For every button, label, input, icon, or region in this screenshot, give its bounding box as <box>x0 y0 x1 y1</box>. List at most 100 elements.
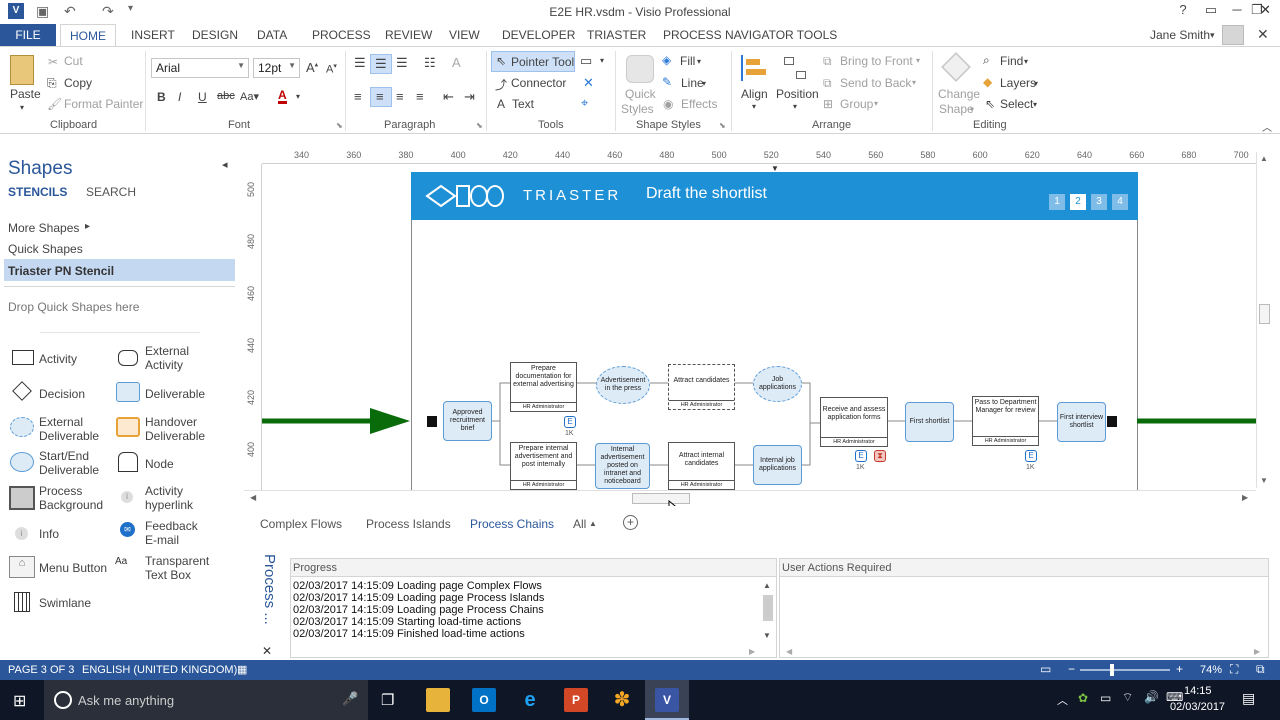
tab-view[interactable]: VIEW <box>449 28 480 42</box>
log-scrollbar[interactable]: ▲ ▼ <box>760 579 776 643</box>
tab-insert[interactable]: INSERT <box>131 28 175 42</box>
notification-icon[interactable]: ▤ <box>1242 690 1255 707</box>
tab-file[interactable]: FILE <box>0 24 56 46</box>
collapse-ribbon-icon[interactable]: ︿ <box>1262 119 1272 134</box>
home-icon[interactable]: ⌂ <box>9 556 35 578</box>
align-icon[interactable] <box>741 55 767 81</box>
attract-candidates-activity[interactable]: Attract candidates HR Administrator <box>668 364 735 410</box>
stencil-node[interactable]: Node <box>145 457 174 471</box>
copy-button[interactable]: Copy <box>64 76 92 90</box>
strikethrough-icon[interactable]: abc <box>217 90 235 102</box>
stencil-process-background[interactable]: Process Background <box>39 484 103 512</box>
pass-to-manager-activity[interactable]: Pass to Department Manager for review HR … <box>972 396 1039 446</box>
chevron-right-icon[interactable]: ▸ <box>85 220 90 234</box>
info-icon[interactable]: i <box>121 491 133 503</box>
tab-data[interactable]: DATA <box>257 28 287 42</box>
layers-button[interactable]: Layers <box>1000 76 1036 90</box>
stencil-feedback-email[interactable]: Feedback E-mail <box>145 519 198 547</box>
activity-shape-icon[interactable] <box>12 350 34 365</box>
close-document-icon[interactable]: ✕ <box>1257 26 1269 43</box>
rectangle-icon[interactable]: ▭ <box>580 53 592 69</box>
first-shortlist-deliverable[interactable]: First shortlist <box>905 402 954 442</box>
process-background-shape-icon[interactable] <box>9 486 35 510</box>
deliverable-shape-icon[interactable] <box>116 382 140 402</box>
help-button[interactable]: ? <box>1172 2 1194 17</box>
stencil-menu-button[interactable]: Menu Button <box>39 561 107 575</box>
chevron-up-icon[interactable]: ▲ <box>589 519 597 528</box>
tab-review[interactable]: REVIEW <box>385 28 432 42</box>
connector-button[interactable]: Connector <box>511 76 566 90</box>
chevron-down-icon[interactable]: ▾ <box>697 57 701 66</box>
vertical-scrollbar[interactable]: ▲ ▼ <box>1256 152 1272 488</box>
tab-process-chains[interactable]: Process Chains <box>470 517 554 531</box>
job-applications-deliverable[interactable]: Job applications <box>753 366 802 402</box>
zoom-level[interactable]: 74% <box>1200 664 1222 676</box>
chevron-down-icon[interactable]: ▾ <box>874 99 878 108</box>
dialog-launcher-icon[interactable]: ⬊ <box>476 121 483 130</box>
chevron-down-icon[interactable]: ▾ <box>912 78 916 87</box>
align-top-icon[interactable]: ☰ <box>354 55 366 71</box>
stencil-start-end-deliverable[interactable]: Start/End Deliverable <box>39 449 99 477</box>
chevron-down-icon[interactable]: ▾ <box>1024 57 1028 66</box>
align-center-button[interactable]: ≡ <box>370 87 392 107</box>
font-family-select[interactable]: Arial ▼ <box>151 58 249 78</box>
email-icon[interactable]: ✉ <box>120 522 135 537</box>
page-indicator[interactable]: PAGE 3 OF 3 <box>8 664 74 676</box>
tab-home[interactable]: HOME <box>60 24 116 47</box>
receive-assess-activity[interactable]: Receive and assess application forms HR A… <box>820 397 888 447</box>
find-button[interactable]: Find <box>1000 54 1023 68</box>
presentation-mode-icon[interactable]: ▭ <box>1040 662 1051 676</box>
decision-shape-icon[interactable] <box>12 381 32 401</box>
zoom-in-icon[interactable]: + <box>1176 662 1183 676</box>
start-end-deliverable-shape-icon[interactable] <box>10 452 34 472</box>
tab-complex-flows[interactable]: Complex Flows <box>260 517 342 531</box>
scroll-right-icon[interactable]: ▶ <box>1242 493 1248 502</box>
powerpoint-icon[interactable]: P <box>564 688 588 712</box>
format-painter-button[interactable]: Format Painter <box>64 97 143 111</box>
attract-internal-activity[interactable]: Attract internal candidates HR Administra… <box>668 442 735 490</box>
quick-styles-icon[interactable] <box>626 55 654 83</box>
scroll-right-icon[interactable]: ▶ <box>749 647 755 656</box>
advertisement-press-deliverable[interactable]: Advertisement in the press <box>596 366 650 404</box>
increase-indent-icon[interactable]: ⇥ <box>464 89 475 105</box>
minimize-button[interactable]: ─ <box>1226 2 1248 17</box>
justify-icon[interactable]: ≡ <box>416 89 424 104</box>
stencil-handover-deliverable[interactable]: Handover Deliverable <box>145 415 205 443</box>
clock-date[interactable]: 02/03/2017 <box>1170 701 1225 713</box>
handover-deliverable-shape-icon[interactable] <box>116 417 140 437</box>
close-icon[interactable]: ✕ <box>583 75 594 91</box>
tab-triaster[interactable]: TRIASTER <box>587 28 646 42</box>
add-page-icon[interactable]: + <box>623 515 638 530</box>
chevron-down-icon[interactable]: ▾ <box>970 105 974 114</box>
scroll-left-icon[interactable]: ◀ <box>250 493 256 502</box>
scroll-right-icon[interactable]: ▶ <box>1254 647 1260 656</box>
log-scroll-thumb[interactable] <box>763 595 773 621</box>
stencil-transparent-text-box[interactable]: Transparent Text Box <box>145 554 209 582</box>
macro-icon[interactable]: ▦ <box>237 663 247 676</box>
volume-icon[interactable]: 🔊 <box>1144 690 1159 704</box>
outlook-icon[interactable]: O <box>472 688 496 712</box>
send-to-back-button[interactable]: Send to Back <box>840 76 911 90</box>
scroll-up-icon[interactable]: ▲ <box>763 581 771 590</box>
prepare-external-activity[interactable]: Prepare documentation for external adver… <box>510 362 577 412</box>
progress-log[interactable]: 02/03/2017 14:15:09 Loading page Complex… <box>292 579 758 643</box>
scroll-down-icon[interactable]: ▼ <box>763 631 771 640</box>
scroll-left-icon[interactable]: ◀ <box>786 647 792 656</box>
scroll-down-icon[interactable]: ▼ <box>1260 476 1268 485</box>
visio-taskbar-button[interactable]: V <box>645 680 689 720</box>
close-pane-icon[interactable]: ✕ <box>262 644 272 658</box>
windows-start-icon[interactable]: ⊞ <box>13 691 26 711</box>
cut-button[interactable]: Cut <box>64 54 83 68</box>
hourglass-icon[interactable]: ⧗ <box>874 450 886 462</box>
change-case-icon[interactable]: Aa▾ <box>240 90 259 103</box>
tab-process-islands[interactable]: Process Islands <box>366 517 451 531</box>
stencil-info[interactable]: Info <box>39 527 59 541</box>
position-icon[interactable] <box>782 55 810 83</box>
stencil-activity[interactable]: Activity <box>39 352 77 366</box>
stencil-external-deliverable[interactable]: External Deliverable <box>39 415 99 443</box>
fill-button[interactable]: Fill <box>680 54 695 68</box>
align-bottom-icon[interactable]: ☰ <box>396 55 408 71</box>
app-flower-icon[interactable]: ✽ <box>610 688 634 712</box>
group-button[interactable]: Group <box>840 97 873 111</box>
close-button[interactable]: ✕ <box>1260 2 1271 18</box>
